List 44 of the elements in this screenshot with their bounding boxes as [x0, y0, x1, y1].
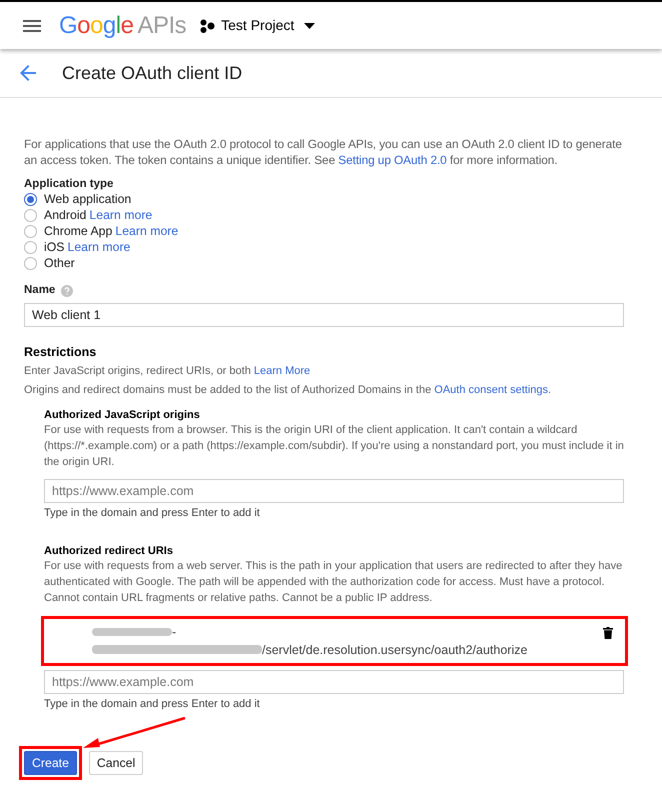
uri-text: - [172, 624, 176, 640]
learn-more-link[interactable]: Learn more [115, 222, 178, 240]
google-apis-logo[interactable]: Google APIs [59, 8, 186, 44]
learn-more-link[interactable]: Learn more [68, 238, 130, 256]
name-field[interactable]: Web client 1 [24, 303, 624, 328]
radio-button[interactable] [24, 224, 37, 238]
create-button[interactable]: Create [24, 751, 77, 775]
link[interactable]: Learn More [254, 365, 310, 377]
help-icon[interactable] [61, 284, 74, 297]
field-label: Name [24, 283, 56, 298]
radio-button[interactable] [24, 192, 37, 206]
learn-more-link[interactable]: Learn more [89, 206, 152, 224]
intro-text: For applications that use the OAuth 2.0 protocol to call Google APIs, you can use an OAuth 2.0 client ID to generate an access token. The token contains a unique identifier. See Setting up OAuth 2.0 for more information. [24, 136, 623, 168]
section-subtitle: Authorized redirect URIs [44, 544, 174, 558]
menu-icon[interactable] [23, 20, 41, 32]
back-arrow-icon[interactable] [20, 65, 36, 81]
url-field[interactable]: https://www.example.com [44, 479, 624, 503]
restrictions-note: Origins and redirect domains must be added to the list of Authorized Domains in the OAuth consent settings. [24, 383, 552, 397]
field-hint: Type in the domain and press Enter to add it [44, 506, 261, 521]
section-description: For use with requests from a browser. This is the origin URI of the client application. It can't contain a wildcard (https://*.example.com) or a path (https://example.com/subdir). If you're using a nonstandard port, you must include it in the origin URI. [44, 423, 625, 470]
section-subtitle: Authorized JavaScript origins [44, 408, 201, 422]
radio-button[interactable] [24, 256, 37, 270]
trash-icon[interactable] [603, 626, 613, 638]
url-field[interactable]: https://www.example.com [44, 670, 624, 694]
project-dots-icon [200, 18, 216, 32]
section-title: Restrictions [24, 344, 98, 362]
radio-button[interactable] [24, 240, 37, 254]
section-description: For use with requests from a web server. This is the path in your application that users are redirected to after they have authenticated with Google. The path will be appended with the authorization code for access. Must have a protocol. Cannot contain URL fragments or relative paths. Cannot be a public IP address. [44, 558, 624, 606]
link[interactable]: Setting up OAuth 2.0 [338, 153, 447, 167]
radio-button[interactable] [24, 208, 37, 222]
page-title: Create OAuth client ID [62, 62, 242, 84]
field-hint: Type in the domain and press Enter to add it [44, 696, 261, 712]
caret-icon [304, 22, 316, 28]
radio-label: Web application [44, 190, 132, 208]
radio-label: Other [44, 254, 75, 272]
cancel-button[interactable]: Cancel [88, 751, 144, 775]
project-selector[interactable]: Test Project [200, 15, 316, 36]
restrictions-text: Enter JavaScript origins, redirect URIs, or both Learn More [24, 364, 312, 378]
radio-label: Chrome App [44, 222, 112, 240]
radio-label: Android [44, 206, 86, 224]
uri-text: /servlet/de.resolution.usersync/oauth2/authorize [262, 642, 528, 658]
field-label: Application type [24, 177, 114, 191]
radio-label: iOS [44, 238, 64, 256]
link[interactable]: OAuth consent settings [434, 384, 548, 396]
